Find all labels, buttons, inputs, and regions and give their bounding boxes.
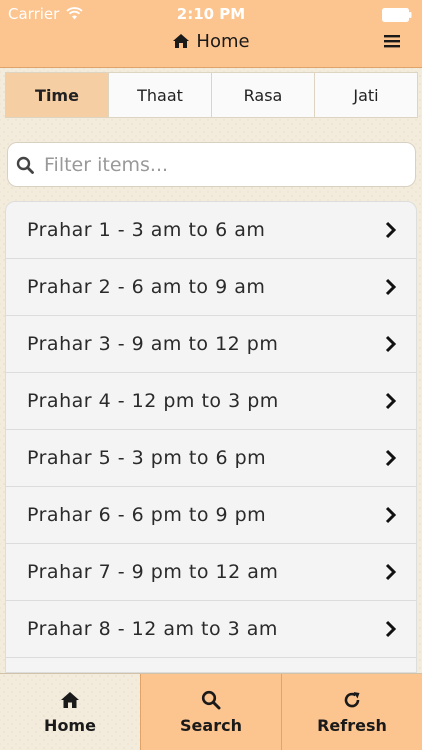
refresh-button-label: Refresh [317, 715, 387, 735]
chevron-right-icon [385, 506, 397, 524]
list-item[interactable]: Prahar 4 - 12 pm to 3 pm [6, 373, 416, 430]
tab-rasa[interactable]: Rasa [212, 73, 315, 117]
tab-thaat[interactable]: Thaat [109, 73, 212, 117]
battery-icon [382, 8, 412, 22]
bottom-toolbar: Home Search Refresh [0, 673, 422, 750]
home-button-label: Home [44, 715, 96, 735]
page-title: Home [196, 30, 250, 52]
list-item-label: Prahar 1 - 3 am to 6 am [27, 219, 266, 241]
list-item[interactable]: Prahar 2 - 6 am to 9 am [6, 259, 416, 316]
filter-input[interactable] [44, 153, 384, 176]
list-item-label: Prahar 7 - 9 pm to 12 am [27, 561, 279, 583]
hamburger-menu-icon[interactable] [384, 34, 400, 48]
chevron-right-icon [385, 449, 397, 467]
list-item[interactable]: Prahar 3 - 9 am to 12 pm [6, 316, 416, 373]
search-button-label: Search [180, 715, 242, 735]
search-icon [201, 690, 221, 709]
search-button[interactable]: Search [140, 674, 281, 750]
search-bar [7, 142, 416, 187]
list-item-label: Prahar 4 - 12 pm to 3 pm [27, 390, 279, 412]
list-item[interactable]: Prahar 6 - 6 pm to 9 pm [6, 487, 416, 544]
prahar-list: Prahar 1 - 3 am to 6 am Prahar 2 - 6 am … [5, 201, 417, 673]
status-time: 2:10 PM [176, 5, 246, 23]
list-item[interactable]: Prahar 5 - 3 pm to 6 pm [6, 430, 416, 487]
chevron-right-icon [385, 392, 397, 410]
segmented-tabs: Time Thaat Rasa Jati [5, 72, 418, 118]
home-icon [61, 691, 79, 708]
home-icon [173, 34, 190, 48]
tab-time[interactable]: Time [6, 73, 109, 117]
refresh-icon [344, 691, 360, 707]
refresh-button[interactable]: Refresh [281, 674, 422, 750]
list-item-label: Prahar 3 - 9 am to 12 pm [27, 333, 279, 355]
search-icon [16, 156, 34, 174]
list-item[interactable]: Prahar 1 - 3 am to 6 am [6, 202, 416, 259]
list-item-label: Prahar 2 - 6 am to 9 am [27, 276, 266, 298]
status-bar: Carrier 2:10 PM [0, 0, 422, 28]
list-item-label: Prahar 8 - 12 am to 3 am [27, 618, 278, 640]
chevron-right-icon [385, 278, 397, 296]
list-item[interactable]: Prahar 7 - 9 pm to 12 am [6, 544, 416, 601]
tab-jati[interactable]: Jati [315, 73, 417, 117]
list-item-label: Prahar 6 - 6 pm to 9 pm [27, 504, 267, 526]
chevron-right-icon [385, 620, 397, 638]
list-item-label: Prahar 5 - 3 pm to 6 pm [27, 447, 267, 469]
list-item[interactable]: Prahar 8 - 12 am to 3 am [6, 601, 416, 658]
chevron-right-icon [385, 563, 397, 581]
chevron-right-icon [385, 221, 397, 239]
app-header: Carrier 2:10 PM Home [0, 0, 422, 68]
nav-title[interactable]: Home [0, 28, 422, 54]
home-button[interactable]: Home [0, 674, 140, 750]
chevron-right-icon [385, 335, 397, 353]
list-item-partial[interactable] [6, 658, 416, 672]
